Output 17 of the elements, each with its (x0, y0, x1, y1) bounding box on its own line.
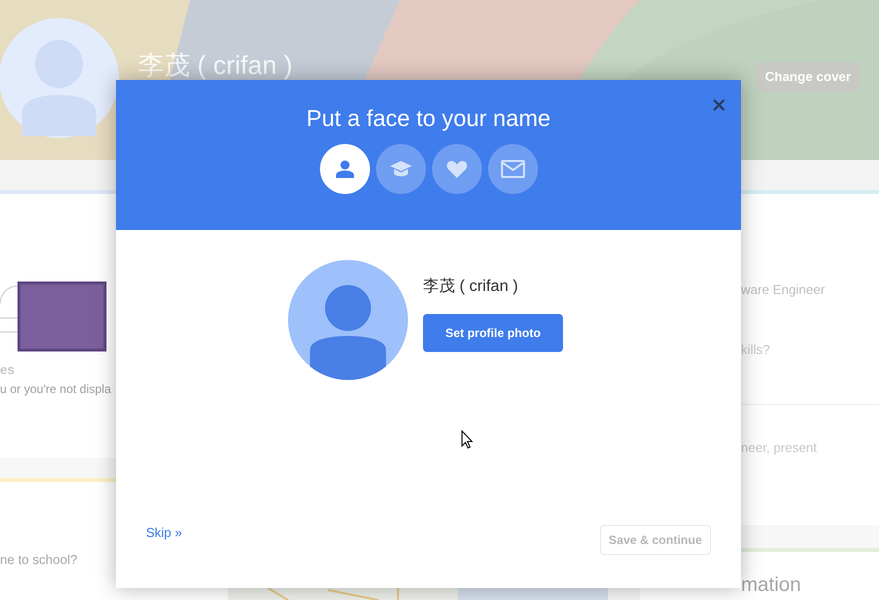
card-text: u or you're not displa (0, 381, 112, 398)
profile-name: 李茂 ( crifan ) (423, 276, 518, 297)
envelope-icon (500, 157, 524, 181)
set-profile-photo-button[interactable]: Set profile photo (423, 314, 563, 352)
step-tab[interactable] (432, 144, 482, 194)
section-heading: mation (741, 573, 802, 598)
close-icon[interactable] (713, 99, 725, 111)
dialog-title: Put a face to your name (306, 104, 551, 132)
step-tab[interactable] (488, 144, 538, 194)
job-title: ware Engineer (741, 281, 825, 299)
step-tab[interactable] (376, 144, 426, 194)
skip-link[interactable]: Skip » (146, 523, 182, 542)
card-text: ne to school? (0, 551, 78, 569)
avatar-icon (288, 260, 408, 380)
step-tab[interactable] (320, 144, 370, 194)
cursor-icon (461, 430, 473, 449)
avatar-icon (0, 18, 120, 138)
